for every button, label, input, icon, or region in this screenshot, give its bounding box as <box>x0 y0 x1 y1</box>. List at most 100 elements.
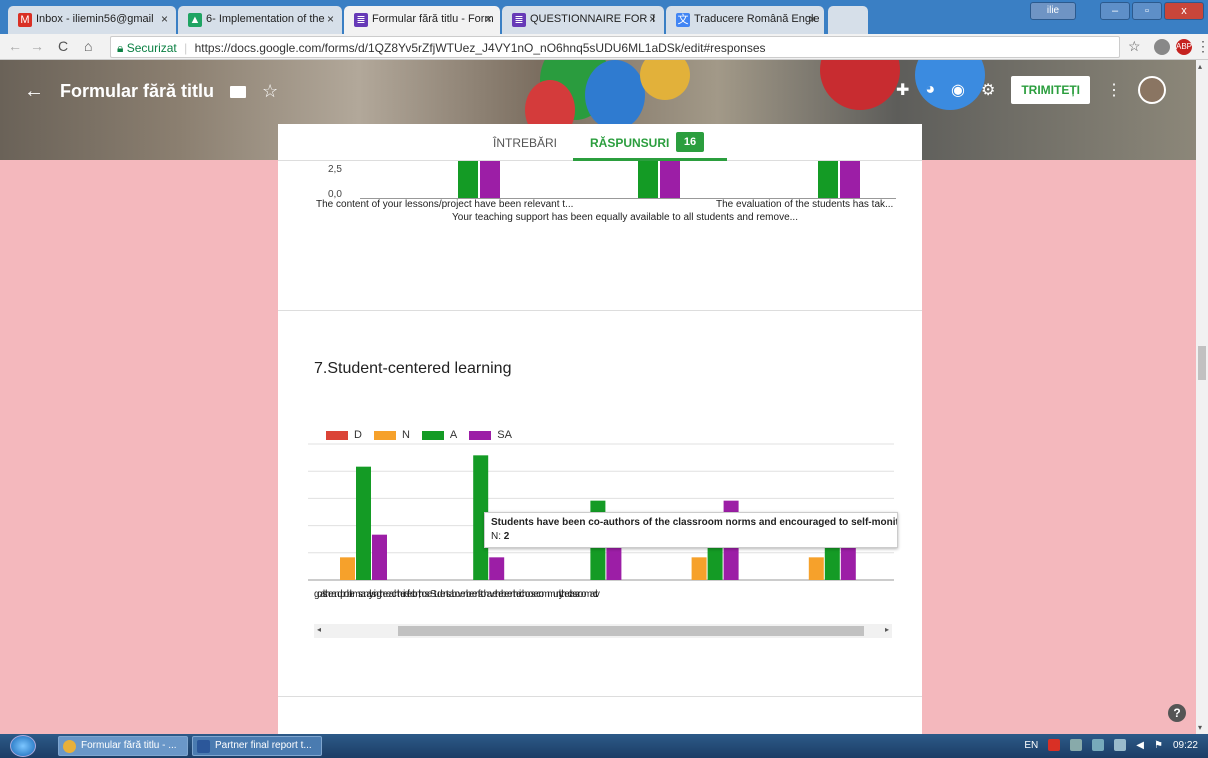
lock-icon: 🔒︎ <box>117 41 124 55</box>
forward-icon[interactable]: → <box>30 38 44 54</box>
horizontal-scrollbar[interactable]: ◂ ▸ <box>314 624 892 638</box>
scroll-up-icon[interactable]: ▴ <box>1198 62 1202 71</box>
avatar[interactable] <box>1138 76 1166 104</box>
tray-monitor-icon[interactable] <box>1092 739 1105 751</box>
tab-responses[interactable]: RĂSPUNSURI <box>590 136 669 150</box>
browser-menu-icon[interactable]: ⋮ <box>1196 38 1208 55</box>
new-tab-button[interactable] <box>828 6 868 34</box>
taskbar: Formular fără titlu - ... Partner final … <box>0 734 1208 758</box>
back-icon[interactable]: ← <box>8 38 22 54</box>
tab-label: Traducere Română Engle <box>694 13 819 25</box>
page-background-left <box>0 160 278 734</box>
scroll-right-icon[interactable]: ▸ <box>885 625 889 634</box>
minimize-button[interactable]: – <box>1100 2 1130 20</box>
secure-label: Securizat <box>126 41 177 55</box>
more-options-icon[interactable]: ⋮ <box>1106 80 1122 100</box>
tab-questions[interactable]: ÎNTREBĂRI <box>493 136 557 150</box>
browser-tab-gmail[interactable]: M Inbox - iliemin56@gmail × <box>8 6 176 34</box>
chart-bar-sa[interactable] <box>372 534 387 580</box>
taskbar-item-chrome[interactable]: Formular fără titlu - ... <box>58 736 188 756</box>
forms-icon: ≣ <box>512 13 526 27</box>
taskbar-item-word[interactable]: Partner final report t... <box>192 736 322 756</box>
language-indicator[interactable]: EN <box>1024 740 1038 751</box>
taskbar-item-label: Partner final report t... <box>215 740 312 751</box>
scroll-left-icon[interactable]: ◂ <box>317 625 321 634</box>
tray-app-icon[interactable] <box>1048 739 1061 751</box>
chart-bar-n[interactable] <box>340 557 355 580</box>
tray-device-icon[interactable] <box>1114 739 1127 751</box>
y-tick-label: 2,5 <box>328 164 342 175</box>
chart-bar[interactable] <box>818 161 838 198</box>
tab-label: Formular fără titlu - Form <box>372 13 494 25</box>
vertical-scrollbar[interactable]: ▴ ▾ <box>1196 60 1208 734</box>
chart-bar-n[interactable] <box>691 557 707 580</box>
close-icon[interactable]: × <box>161 12 168 26</box>
scrollbar-thumb[interactable] <box>1198 346 1206 380</box>
browser-tab-drive[interactable]: ▲ 6- Implementation of the × <box>178 6 342 34</box>
word-icon <box>197 740 210 753</box>
chart-bar[interactable] <box>660 161 680 198</box>
clock[interactable]: 09:22 <box>1173 740 1198 751</box>
chart-tooltip: Students have been co-authors of the cla… <box>484 512 898 548</box>
browser-tab-strip: M Inbox - iliemin56@gmail × ▲ 6- Impleme… <box>0 0 1208 34</box>
tab-label: 6- Implementation of the <box>206 13 325 25</box>
settings-gear-icon[interactable]: ⚙ <box>981 80 995 100</box>
scrollbar-thumb[interactable] <box>398 626 864 636</box>
chart-bar[interactable] <box>638 161 658 198</box>
chart-bar-sa[interactable] <box>489 557 505 580</box>
send-button[interactable]: TRIMITEȚI <box>1011 76 1090 104</box>
chart-bar[interactable] <box>458 161 478 198</box>
back-arrow-icon[interactable]: ← <box>24 80 44 103</box>
url-bar[interactable]: 🔒︎ Securizat | https://docs.google.com/f… <box>110 36 1120 58</box>
url-text: https://docs.google.com/forms/d/1QZ8Yv5r… <box>194 41 766 55</box>
reload-icon[interactable]: C <box>58 38 68 54</box>
drive-icon: ▲ <box>188 13 202 27</box>
tab-label: Inbox - iliemin56@gmail <box>36 13 154 25</box>
browser-tab-forms[interactable]: ≣ Formular fără titlu - Form × <box>344 6 500 34</box>
window-controls: – ▫ x <box>1100 2 1204 22</box>
addon-puzzle-icon[interactable]: ✚ <box>896 80 909 100</box>
bookmark-star-icon[interactable]: ☆ <box>1128 38 1141 55</box>
translate-icon: 文 <box>676 13 690 27</box>
browser-tab-questionnaire[interactable]: ≣ QUESTIONNAIRE FOR TE × <box>502 6 664 34</box>
maximize-button[interactable]: ▫ <box>1132 2 1162 20</box>
responses-count-badge: 16 <box>676 132 704 152</box>
card-divider <box>278 310 922 311</box>
chart-bar-a[interactable] <box>356 466 371 580</box>
flag-icon[interactable]: ⚑ <box>1154 740 1163 751</box>
home-icon[interactable]: ⌂ <box>84 38 92 54</box>
help-icon[interactable]: ? <box>1168 704 1186 722</box>
balloon-decoration <box>820 60 900 110</box>
chart-bar[interactable] <box>840 161 860 198</box>
x-axis-labels: goalsthe andproblemsanalysing the eachth… <box>314 589 600 600</box>
system-tray: EN ◀ ⚑ 09:22 <box>1024 739 1198 751</box>
browser-tab-translate[interactable]: 文 Traducere Română Engle × <box>666 6 824 34</box>
adblock-icon[interactable]: ABP <box>1176 39 1192 55</box>
chart-bar[interactable] <box>480 161 500 198</box>
scroll-down-icon[interactable]: ▾ <box>1198 723 1202 732</box>
extension-icon[interactable] <box>1154 39 1170 55</box>
star-icon[interactable]: ☆ <box>262 81 278 102</box>
balloon-decoration <box>640 60 690 100</box>
x-axis-label: The evaluation of the students has tak..… <box>716 199 894 210</box>
palette-icon[interactable]: ◕ <box>925 81 935 99</box>
tooltip-value-row: N: 2 <box>491 531 891 542</box>
preview-eye-icon[interactable]: ◉ <box>951 80 965 100</box>
volume-icon[interactable]: ◀ <box>1136 740 1144 751</box>
start-button[interactable] <box>10 735 36 757</box>
close-icon[interactable]: × <box>485 12 492 26</box>
address-bar-row: ← → C ⌂ 🔒︎ Securizat | https://docs.goog… <box>0 34 1208 60</box>
tray-network-icon[interactable] <box>1070 739 1083 751</box>
card-divider <box>278 696 922 697</box>
close-window-button[interactable]: x <box>1164 2 1204 20</box>
tooltip-title: Students have been co-authors of the cla… <box>491 517 898 528</box>
folder-icon[interactable] <box>230 85 247 98</box>
close-icon[interactable]: × <box>327 12 334 26</box>
form-title[interactable]: Formular fără titlu <box>60 81 214 102</box>
close-icon[interactable]: × <box>649 12 656 26</box>
url-separator: | <box>184 41 188 55</box>
chart-bar-n[interactable] <box>808 557 824 580</box>
close-icon[interactable]: × <box>809 12 816 26</box>
tooltip-value-label: N: <box>491 531 501 542</box>
profile-button[interactable]: ilie <box>1030 2 1076 20</box>
